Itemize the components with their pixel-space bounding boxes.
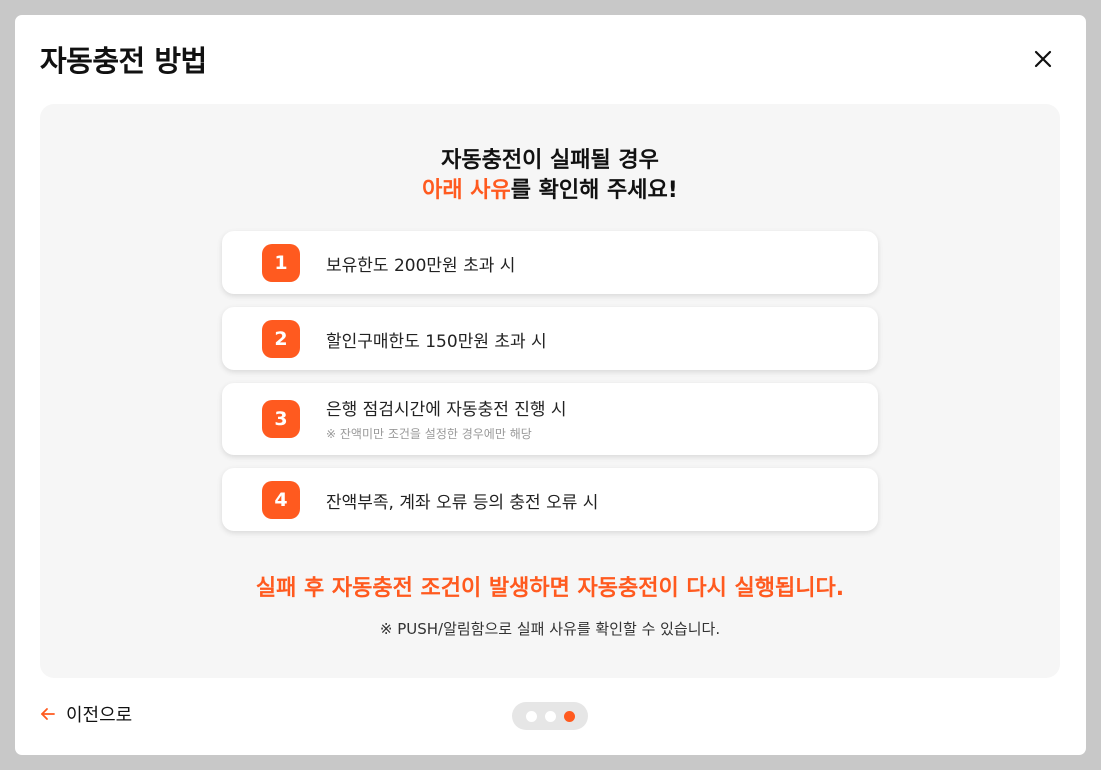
arrow-left-icon [41, 708, 55, 720]
headline-accent: 아래 사유 [422, 178, 511, 203]
reason-number-badge: 3 [262, 400, 300, 438]
modal-title: 자동충전 방법 [40, 44, 207, 78]
panel-headline: 자동충전이 실패될 경우 아래 사유를 확인해 주세요! [40, 146, 1060, 206]
reason-text: 할인구매한도 150만원 초과 시 [326, 332, 547, 352]
reason-card-4: 4 잔액부족, 계좌 오류 등의 충전 오류 시 [222, 468, 878, 531]
back-button[interactable]: 이전으로 [40, 701, 132, 727]
pagination-dots [512, 702, 588, 730]
pagination-dot-3-active[interactable] [563, 710, 575, 722]
close-icon [1034, 50, 1052, 68]
headline-line2: 아래 사유를 확인해 주세요! [40, 176, 1060, 206]
reason-number-badge: 4 [262, 481, 300, 519]
reason-text: 잔액부족, 계좌 오류 등의 충전 오류 시 [326, 493, 599, 513]
close-button[interactable] [1028, 44, 1058, 74]
reason-text: 은행 점검시간에 자동충전 진행 시 [326, 400, 567, 420]
pagination-dot-1[interactable] [525, 710, 537, 722]
retry-notice: 실패 후 자동충전 조건이 발생하면 자동충전이 다시 실행됩니다. [255, 576, 845, 601]
reason-subtext: ※ 잔액미만 조건을 설정한 경우에만 해당 [326, 427, 532, 441]
reason-card-3: 3 은행 점검시간에 자동충전 진행 시 ※ 잔액미만 조건을 설정한 경우에만… [222, 383, 878, 455]
reason-text: 보유한도 200만원 초과 시 [326, 256, 516, 276]
push-subnote: ※ PUSH/알림함으로 실패 사유를 확인할 수 있습니다. [379, 620, 721, 638]
pagination-dot-2[interactable] [544, 710, 556, 722]
reason-number-badge: 2 [262, 320, 300, 358]
headline-line1: 자동충전이 실패될 경우 [441, 148, 659, 173]
reason-card-2: 2 할인구매한도 150만원 초과 시 [222, 307, 878, 370]
back-label: 이전으로 [66, 705, 133, 726]
reason-number-badge: 1 [262, 244, 300, 282]
headline-rest: 를 확인해 주세요! [510, 178, 678, 203]
info-panel: 자동충전이 실패될 경우 아래 사유를 확인해 주세요! 1 보유한도 200만… [40, 104, 1060, 678]
reason-card-1: 1 보유한도 200만원 초과 시 [222, 231, 878, 294]
